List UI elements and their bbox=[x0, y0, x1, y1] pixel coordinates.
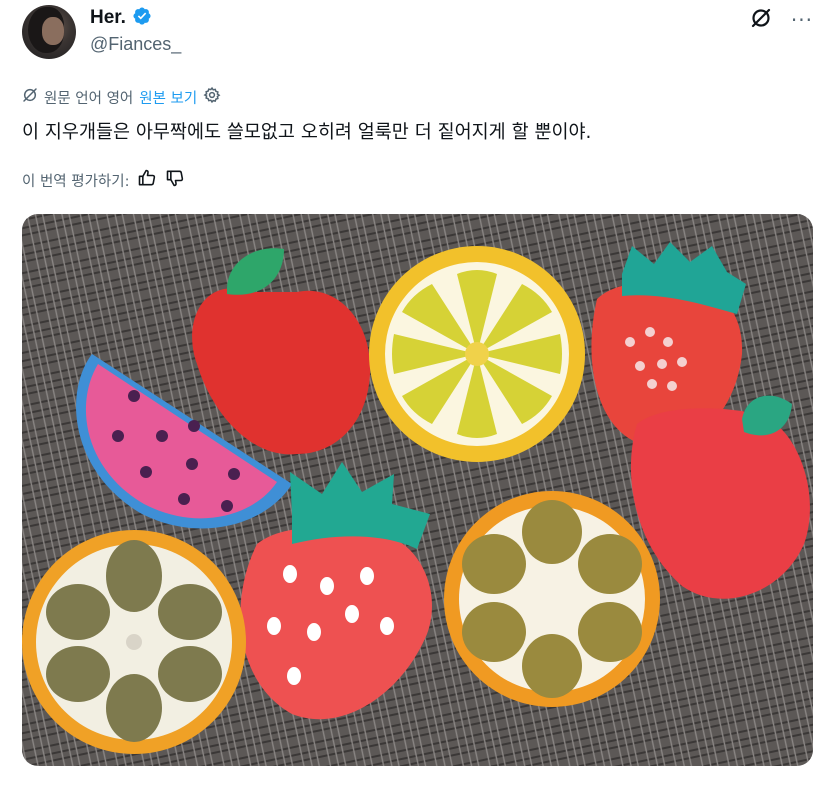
display-name[interactable]: Her. bbox=[90, 7, 126, 29]
rate-translation-label: 이 번역 평가하기: bbox=[22, 173, 130, 190]
grok-icon[interactable] bbox=[749, 6, 773, 34]
top-actions: ··· bbox=[749, 6, 813, 34]
source-language-label: 원문 언어 영어 bbox=[44, 90, 134, 107]
thumbs-down-icon[interactable] bbox=[165, 168, 185, 192]
rate-translation: 이 번역 평가하기: bbox=[22, 168, 185, 192]
translation-info: 원문 언어 영어 원본 보기 bbox=[22, 86, 221, 108]
more-options-button[interactable]: ··· bbox=[791, 10, 813, 30]
author-name-row: Her. bbox=[90, 6, 152, 30]
thumbs-up-icon[interactable] bbox=[137, 168, 157, 192]
tweet-photo[interactable] bbox=[22, 214, 813, 766]
translation-settings-icon[interactable] bbox=[203, 86, 221, 108]
orange-slice-eraser-right bbox=[444, 491, 660, 707]
tweet-text: 이 지우개들은 아무짝에도 쓸모없고 오히려 얼룩만 더 짙어지게 할 뿐이야. bbox=[22, 122, 592, 143]
verified-badge-icon bbox=[132, 6, 152, 30]
avatar-face bbox=[42, 17, 64, 45]
author-handle[interactable]: @Fiances_ bbox=[90, 34, 181, 55]
translate-icon bbox=[22, 87, 38, 107]
lemon-slice-eraser bbox=[369, 246, 585, 462]
view-original-link[interactable]: 원본 보기 bbox=[139, 87, 197, 108]
avatar[interactable] bbox=[22, 5, 76, 59]
orange-slice-eraser-left bbox=[22, 530, 246, 754]
